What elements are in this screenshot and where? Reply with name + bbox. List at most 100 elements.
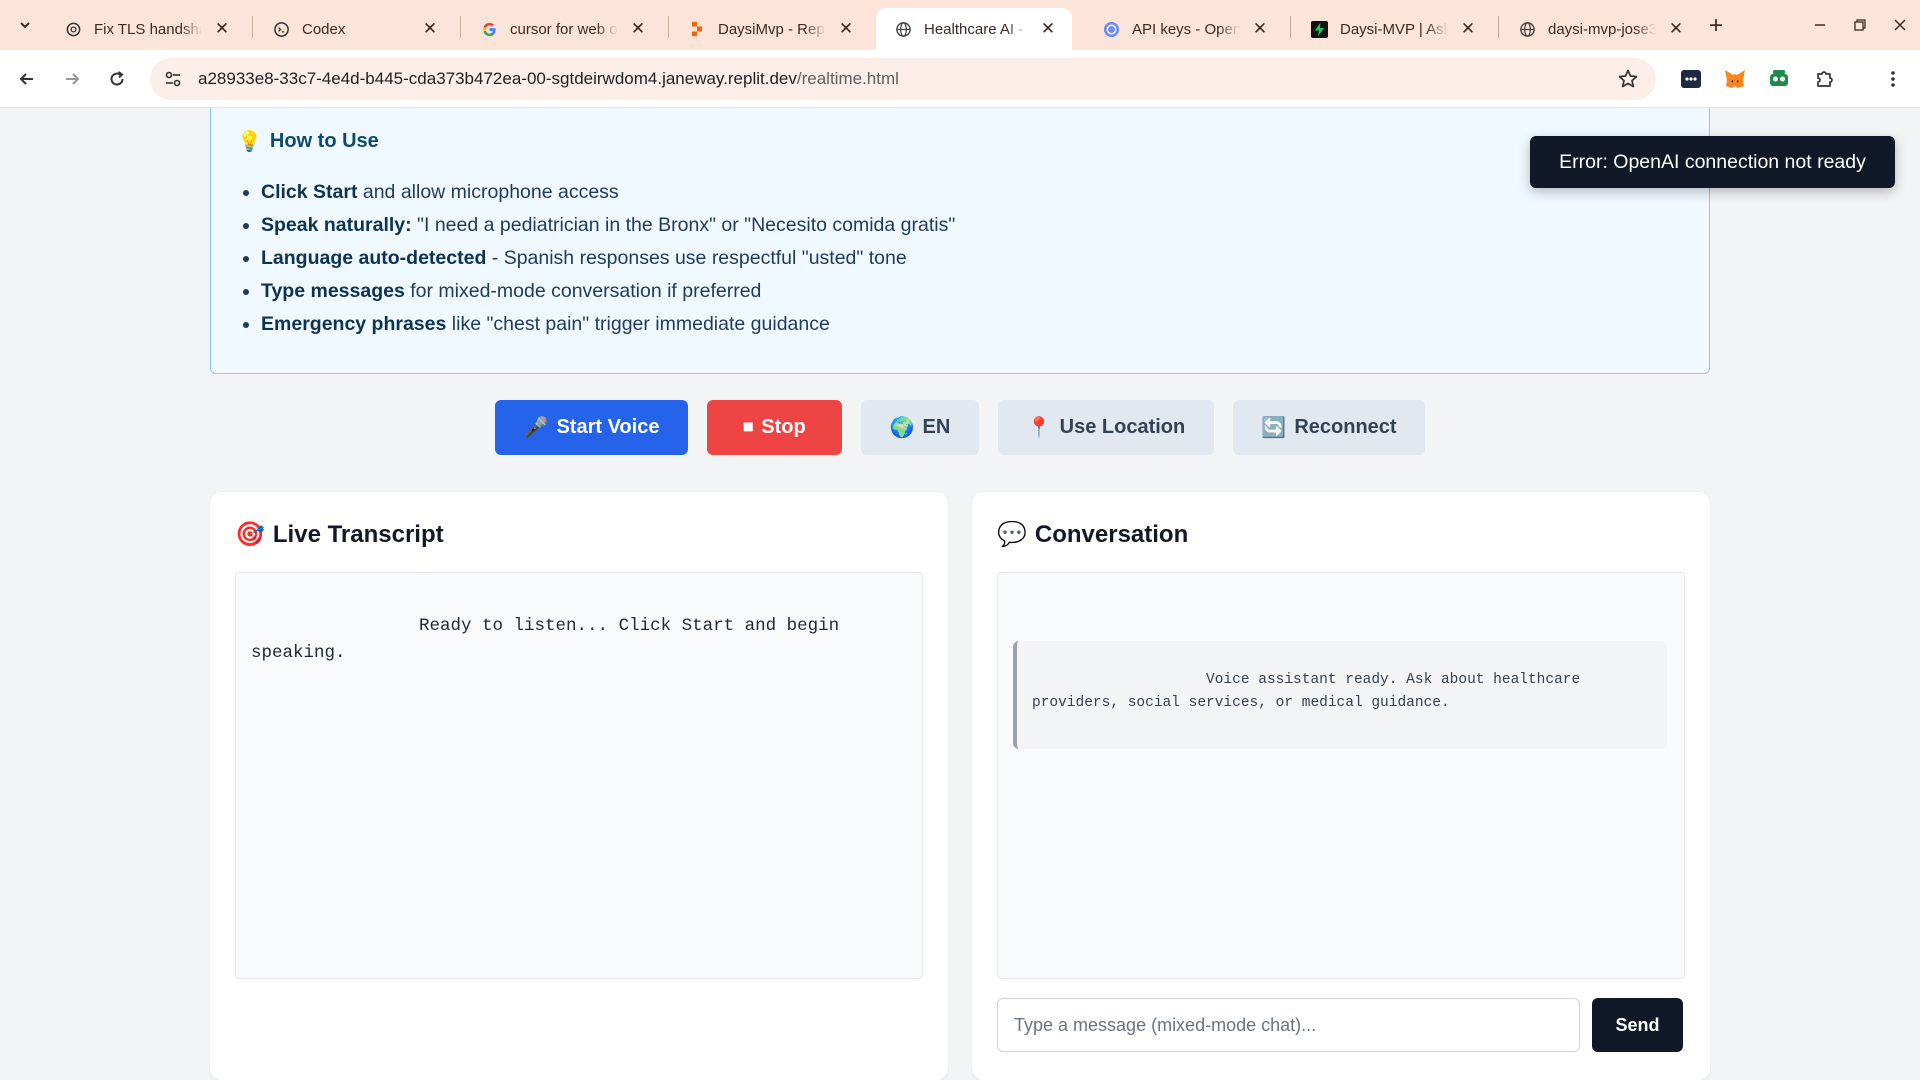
list-item: Click Start and allow microphone access (261, 176, 1683, 209)
close-icon[interactable]: ✕ (836, 19, 856, 39)
extension-green-icon[interactable] (1766, 66, 1792, 92)
restore-icon (1854, 19, 1866, 31)
list-item-text: and allow microphone access (357, 181, 619, 203)
how-to-use-panel: 💡 How to Use Click Start and allow micro… (210, 108, 1710, 374)
tab-title: cursor for web or (510, 20, 618, 38)
bolt-icon (1310, 20, 1328, 38)
globe-icon (1518, 20, 1536, 38)
codex-icon (272, 20, 290, 38)
url-host: a28933e8-33c7-4e4d-b445-cda373b472ea-00-… (198, 69, 797, 88)
stop-button[interactable]: ⏹ Stop (707, 400, 842, 455)
tab-title: Healthcare AI - Vo (924, 20, 1028, 38)
list-item-bold: Emergency phrases (261, 313, 447, 335)
how-to-use-heading: 💡 How to Use (237, 129, 1683, 154)
replit-icon (688, 20, 706, 38)
tab-daysi-mvp-jose[interactable]: daysi-mvp-jose31 ✕ (1500, 8, 1700, 50)
reconnect-label: Reconnect (1294, 416, 1397, 438)
tab-title: Fix TLS handshake (94, 20, 202, 38)
live-transcript-heading: 🎯 Live Transcript (235, 520, 444, 549)
use-location-label: Use Location (1059, 416, 1186, 438)
close-icon[interactable]: ✕ (420, 19, 440, 39)
minimize-button[interactable] (1800, 10, 1840, 40)
list-item-bold: Speak naturally: (261, 214, 412, 236)
conversation-card: 💬 Conversation Voice assistant ready. As… (972, 492, 1710, 1080)
forward-button[interactable] (55, 62, 89, 96)
close-icon[interactable]: ✕ (1458, 19, 1478, 39)
new-tab-button[interactable]: + (1702, 12, 1730, 40)
reconnect-button[interactable]: 🔄 Reconnect (1233, 400, 1425, 455)
conversation-title: Conversation (1034, 520, 1189, 548)
language-toggle-button[interactable]: 🌍 EN (861, 400, 979, 455)
list-item-bold: Click Start (261, 181, 358, 203)
metamask-icon[interactable] (1722, 66, 1748, 92)
password-manager-icon[interactable] (1678, 66, 1704, 92)
chevron-down-icon (20, 22, 30, 29)
close-icon[interactable]: ✕ (212, 19, 232, 39)
bookmark-star-icon[interactable] (1616, 67, 1640, 91)
url-text: a28933e8-33c7-4e4d-b445-cda373b472ea-00-… (198, 69, 899, 89)
close-icon[interactable]: ✕ (628, 19, 648, 39)
live-transcript-card: 🎯 Live Transcript Ready to listen... Cli… (210, 492, 948, 1080)
close-icon (1894, 19, 1906, 31)
globe-icon: 🌍 (889, 417, 915, 439)
tab-daysi-ask[interactable]: Daysi-MVP | Ask ✕ (1292, 8, 1492, 50)
list-item-text: "I need a pediatrician in the Bronx" or … (411, 214, 956, 236)
list-item-text: - Spanish responses use respectful "uste… (486, 247, 907, 269)
openai-platform-icon (1102, 20, 1120, 38)
tab-cursor-search[interactable]: cursor for web or ✕ (462, 8, 662, 50)
tab-strip: Fix TLS handshake ✕ Codex ✕ cursor for w… (0, 0, 1920, 50)
tab-healthcare-ai[interactable]: Healthcare AI - Vo ✕ (876, 8, 1072, 50)
transcript-area: Ready to listen... Click Start and begin… (235, 572, 923, 979)
site-info-icon[interactable] (162, 68, 184, 90)
refresh-icon: 🔄 (1261, 417, 1287, 439)
browser-menu-icon[interactable] (1880, 66, 1906, 92)
start-voice-button[interactable]: 🎤 Start Voice (495, 400, 688, 455)
close-icon[interactable]: ✕ (1038, 19, 1058, 39)
tab-fix-tls[interactable]: Fix TLS handshake ✕ (46, 8, 246, 50)
openai-icon (64, 20, 82, 38)
assistant-message: Voice assistant ready. Ask about healthc… (1013, 641, 1667, 749)
page-content: 💡 How to Use Click Start and allow micro… (0, 108, 1920, 1080)
google-icon (480, 20, 498, 38)
stop-label: Stop (761, 416, 806, 438)
close-icon[interactable]: ✕ (1666, 19, 1686, 39)
lightbulb-icon: 💡 (237, 131, 262, 153)
microphone-icon: 🎤 (523, 417, 549, 439)
minimize-icon (1815, 24, 1825, 26)
tab-search-button[interactable] (10, 10, 40, 40)
stop-icon: ⏹ (743, 416, 754, 438)
tab-api-keys[interactable]: API keys - OpenAI ✕ (1084, 8, 1284, 50)
reload-button[interactable] (100, 62, 134, 96)
close-window-button[interactable] (1880, 10, 1920, 40)
close-icon[interactable]: ✕ (1250, 19, 1270, 39)
how-to-use-list: Click Start and allow microphone access … (237, 176, 1683, 341)
list-item: Speak naturally: "I need a pediatrician … (261, 209, 1683, 242)
back-button[interactable] (10, 62, 44, 96)
list-item-text: like "chest pain" trigger immediate guid… (446, 313, 830, 335)
transcript-text: Ready to listen... Click Start and begin… (251, 616, 850, 663)
reload-icon (110, 71, 124, 86)
conversation-log: Voice assistant ready. Ask about healthc… (997, 572, 1685, 979)
tab-title: DaysiMvp - Replit (718, 20, 826, 38)
arrow-left-icon (19, 73, 33, 85)
use-location-button[interactable]: 📍 Use Location (998, 400, 1214, 455)
list-item-text: for mixed-mode conversation if preferred (404, 280, 762, 302)
chat-message-input[interactable] (997, 998, 1580, 1052)
tab-codex[interactable]: Codex ✕ (254, 8, 454, 50)
send-button[interactable]: Send (1592, 998, 1683, 1052)
address-bar[interactable]: a28933e8-33c7-4e4d-b445-cda373b472ea-00-… (150, 58, 1656, 100)
error-toast: Error: OpenAI connection not ready (1530, 136, 1895, 188)
location-pin-icon: 📍 (1026, 417, 1052, 439)
url-path: /realtime.html (796, 69, 899, 88)
arrow-right-icon (66, 73, 80, 85)
extensions-puzzle-icon[interactable] (1812, 66, 1838, 92)
speech-bubble-icon: 💬 (997, 521, 1027, 548)
list-item: Type messages for mixed-mode conversatio… (261, 275, 1683, 308)
list-item: Emergency phrases like "chest pain" trig… (261, 308, 1683, 341)
tab-replit[interactable]: DaysiMvp - Replit ✕ (670, 8, 870, 50)
tab-title: API keys - OpenAI (1132, 20, 1240, 38)
list-item-bold: Language auto-detected (261, 247, 487, 269)
target-icon: 🎯 (235, 521, 265, 548)
how-to-use-title: How to Use (269, 130, 379, 152)
restore-button[interactable] (1840, 10, 1880, 40)
